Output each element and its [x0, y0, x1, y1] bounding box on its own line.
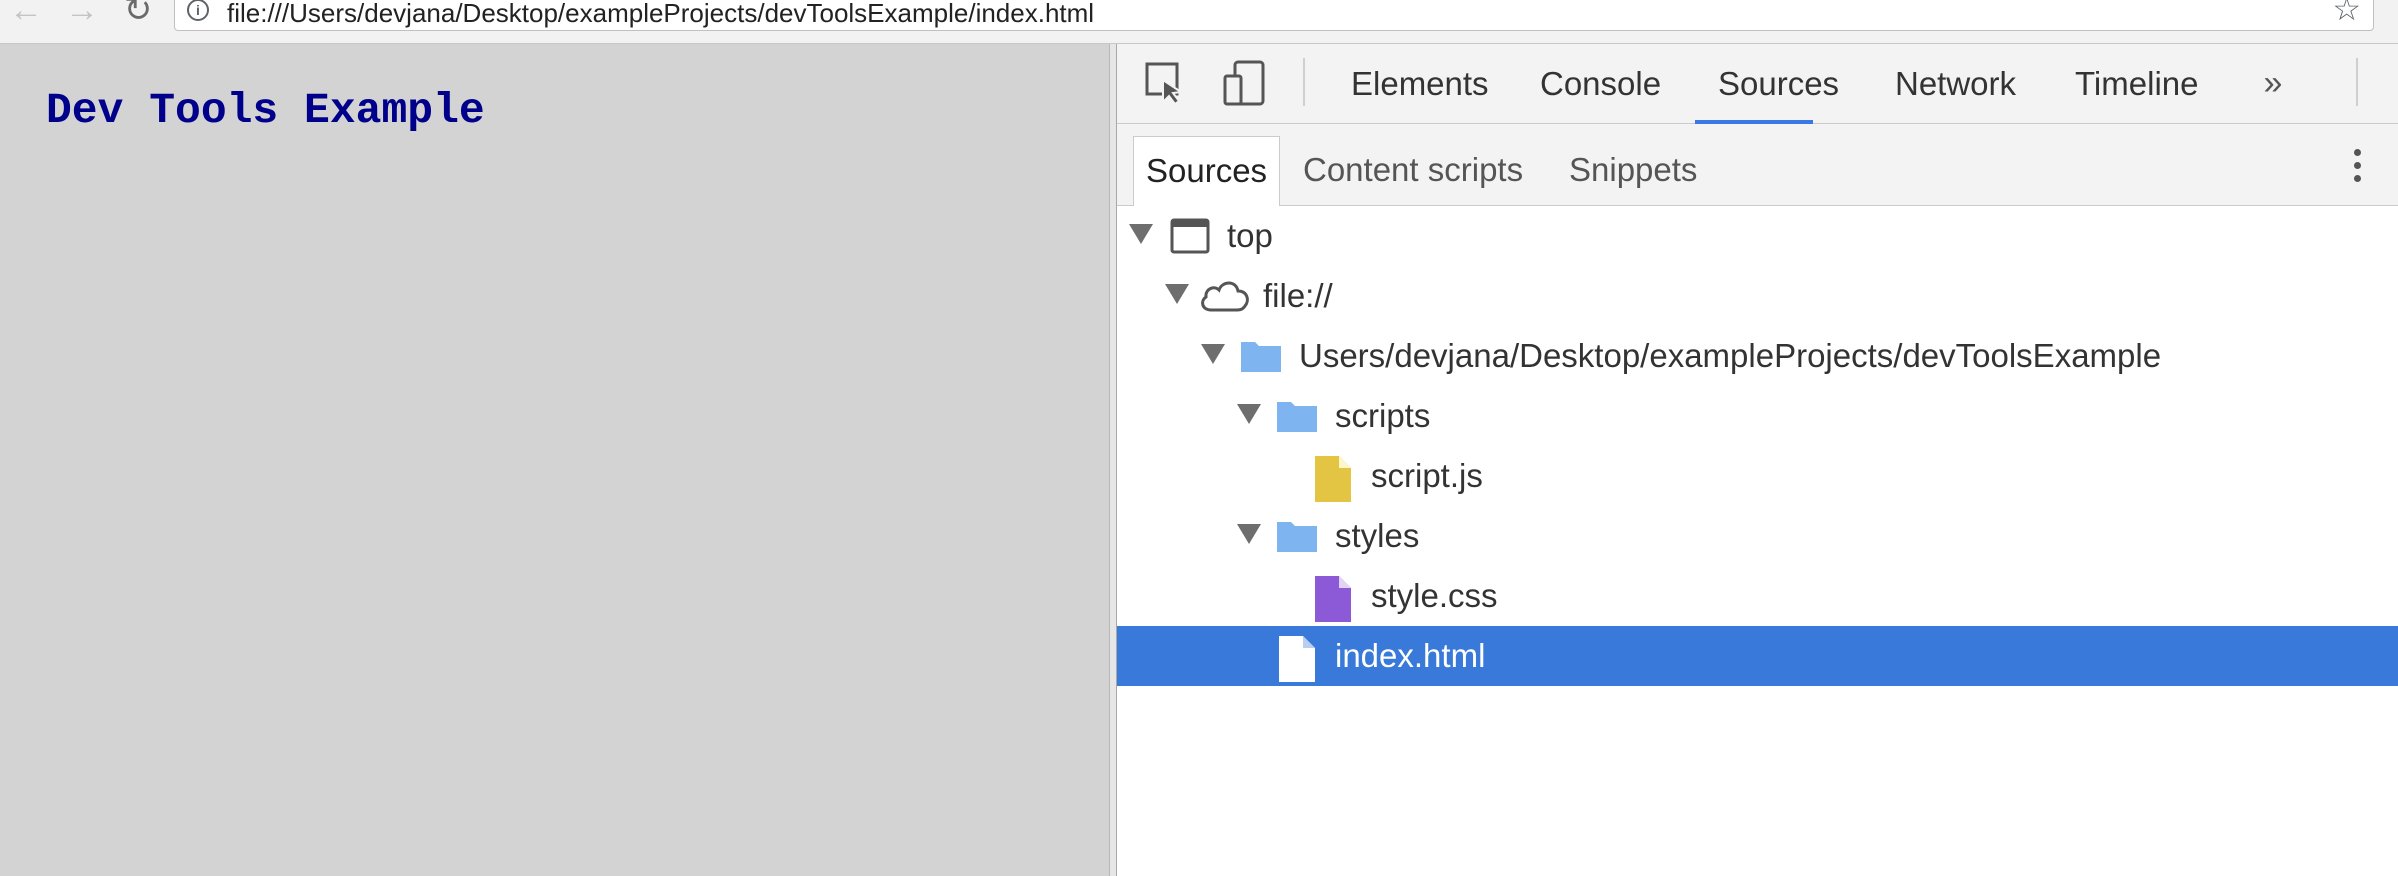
url-text[interactable]: file:///Users/devjana/Desktop/examplePro…	[227, 0, 1094, 29]
css-file-icon	[1315, 576, 1351, 622]
tree-label: file://	[1263, 277, 1333, 314]
tree-label: scripts	[1335, 397, 1431, 434]
reload-icon[interactable]: ↻	[118, 0, 158, 27]
sources-navigator-toolbar: Sources Content scripts Snippets	[1117, 124, 2398, 206]
tree-label: top	[1227, 217, 1273, 254]
forward-arrow-icon[interactable]: →	[62, 0, 102, 27]
address-bar[interactable]: i file:///Users/devjana/Desktop/exampleP…	[174, 0, 2374, 31]
file-tree: top file:// Users/devjana/Desktop/exampl…	[1117, 206, 2398, 876]
devtools-panel: Elements Console Sources Network Timelin…	[1117, 44, 2398, 876]
subtab-sources[interactable]: Sources	[1133, 136, 1281, 206]
cloud-icon	[1201, 281, 1249, 312]
js-file-icon	[1315, 456, 1351, 502]
tree-label: script.js	[1371, 457, 1483, 494]
toolbar-end-separator	[2356, 58, 2358, 106]
subtab-snippets[interactable]: Snippets	[1569, 136, 1697, 206]
tree-item-styles-folder[interactable]: styles	[1117, 506, 2398, 566]
tab-console[interactable]: Console	[1540, 44, 1661, 124]
tree-item-top[interactable]: top	[1117, 206, 2398, 266]
page-viewport: Dev Tools Example	[0, 44, 1109, 876]
folder-icon	[1241, 342, 1281, 372]
back-arrow-icon[interactable]: ←	[6, 0, 46, 27]
device-toolbar-icon[interactable]	[1223, 60, 1269, 106]
tree-item-project-folder[interactable]: Users/devjana/Desktop/exampleProjects/de…	[1117, 326, 2398, 386]
devtools-main-toolbar: Elements Console Sources Network Timelin…	[1117, 44, 2398, 124]
tab-network[interactable]: Network	[1895, 44, 2016, 124]
subtab-content-scripts[interactable]: Content scripts	[1303, 136, 1523, 206]
tree-label: styles	[1335, 517, 1420, 554]
expand-arrow-icon[interactable]	[1129, 224, 1153, 244]
frame-icon	[1170, 218, 1210, 254]
expand-arrow-icon[interactable]	[1237, 524, 1261, 544]
tab-timeline[interactable]: Timeline	[2075, 44, 2198, 124]
more-tabs-chevron-icon[interactable]: »	[2253, 60, 2293, 106]
page-heading: Dev Tools Example	[46, 86, 485, 135]
more-options-icon[interactable]	[2347, 146, 2367, 192]
tree-item-index-html[interactable]: index.html	[1117, 626, 2398, 686]
tree-label: Users/devjana/Desktop/exampleProjects/de…	[1299, 337, 2162, 374]
browser-toolbar: ← → ↻ i file:///Users/devjana/Desktop/ex…	[0, 0, 2398, 44]
expand-arrow-icon[interactable]	[1165, 284, 1189, 304]
expand-arrow-icon[interactable]	[1201, 344, 1225, 364]
info-icon[interactable]: i	[187, 0, 209, 21]
tree-item-file-scheme[interactable]: file://	[1117, 266, 2398, 326]
toolbar-separator	[1303, 58, 1305, 106]
tree-item-style-css[interactable]: style.css	[1117, 566, 2398, 626]
inspect-element-icon[interactable]	[1143, 60, 1189, 106]
expand-arrow-icon[interactable]	[1237, 404, 1261, 424]
bookmark-star-icon[interactable]: ☆	[2332, 0, 2361, 25]
tree-label: index.html	[1335, 637, 1486, 674]
folder-icon	[1277, 522, 1317, 552]
tree-item-script-js[interactable]: script.js	[1117, 446, 2398, 506]
folder-icon	[1277, 402, 1317, 432]
tab-sources[interactable]: Sources	[1718, 44, 1839, 124]
tree-item-scripts-folder[interactable]: scripts	[1117, 386, 2398, 446]
devtools-splitter[interactable]	[1109, 44, 1117, 876]
html-file-icon	[1279, 636, 1315, 682]
tree-label: style.css	[1371, 577, 1498, 614]
tab-elements[interactable]: Elements	[1351, 44, 1489, 124]
